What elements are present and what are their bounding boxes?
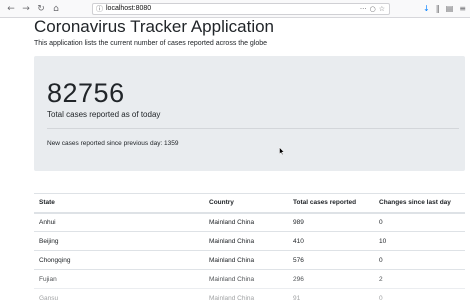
cell-country: Mainland China	[204, 250, 288, 270]
browser-toolbar: ← → ↻ ⌂ ⓘ localhost:8080 ··· ○ ☆ ↓ ‖ ▤ ≡	[0, 0, 470, 18]
table-row: Chongqing Mainland China 576 0	[34, 250, 465, 270]
summary-divider	[47, 128, 459, 129]
header-total-cases: Total cases reported	[288, 193, 374, 214]
cell-change: 10	[374, 231, 465, 251]
cell-change: 0	[374, 288, 465, 308]
header-changes: Changes since last day	[374, 193, 465, 214]
table-row: Anhui Mainland China 989 0	[34, 212, 465, 232]
cell-country: Mainland China	[204, 288, 288, 308]
back-arrow-icon[interactable]: ←	[5, 3, 17, 15]
table-header-row: State Country Total cases reported Chang…	[34, 193, 465, 214]
table-row: Fujian Mainland China 296 2	[34, 269, 465, 289]
table-row: Gansu Mainland China 91 0	[34, 288, 465, 308]
pocket-icon[interactable]: ○	[370, 4, 376, 14]
library-icon[interactable]: ‖	[436, 3, 440, 15]
sidebar-icon[interactable]: ▤	[446, 3, 454, 15]
forward-arrow-icon[interactable]: →	[20, 3, 32, 15]
cell-change: 2	[374, 269, 465, 289]
cases-table: State Country Total cases reported Chang…	[34, 193, 465, 308]
more-actions-icon[interactable]: ···	[360, 4, 367, 14]
downloads-icon[interactable]: ↓	[423, 3, 430, 15]
address-bar[interactable]: ⓘ localhost:8080 ··· ○ ☆	[92, 3, 390, 15]
total-cases-number: 82756	[47, 78, 125, 108]
cell-state: Gansu	[34, 288, 204, 308]
home-icon[interactable]: ⌂	[50, 3, 62, 15]
cell-total: 91	[288, 288, 374, 308]
cell-country: Mainland China	[204, 269, 288, 289]
cell-country: Mainland China	[204, 212, 288, 232]
summary-panel: 82756 Total cases reported as of today N…	[34, 56, 465, 171]
new-cases-text: New cases reported since previous day: 1…	[47, 140, 179, 147]
mouse-cursor-icon	[279, 147, 285, 155]
cell-state: Beijing	[34, 231, 204, 251]
cell-state: Anhui	[34, 212, 204, 232]
cell-total: 410	[288, 231, 374, 251]
menu-icon[interactable]: ≡	[459, 3, 466, 15]
page-subtitle: This application lists the current numbe…	[34, 40, 268, 47]
header-state: State	[34, 193, 204, 214]
cell-total: 989	[288, 212, 374, 232]
header-country: Country	[204, 193, 288, 214]
total-cases-caption: Total cases reported as of today	[47, 110, 161, 119]
bookmark-star-icon[interactable]: ☆	[379, 4, 385, 14]
url-text[interactable]: localhost:8080	[106, 4, 151, 14]
table-row: Beijing Mainland China 410 10	[34, 231, 465, 251]
cell-change: 0	[374, 250, 465, 270]
cell-state: Chongqing	[34, 250, 204, 270]
cell-change: 0	[374, 212, 465, 232]
cell-country: Mainland China	[204, 231, 288, 251]
info-icon[interactable]: ⓘ	[96, 4, 103, 14]
cell-state: Fujian	[34, 269, 204, 289]
address-bar-actions: ··· ○ ☆	[360, 4, 385, 14]
cell-total: 296	[288, 269, 374, 289]
page-title: Coronavirus Tracker Application	[34, 17, 275, 36]
cell-total: 576	[288, 250, 374, 270]
toolbar-right: ↓ ‖ ▤ ≡	[423, 3, 466, 15]
reload-icon[interactable]: ↻	[35, 3, 47, 15]
